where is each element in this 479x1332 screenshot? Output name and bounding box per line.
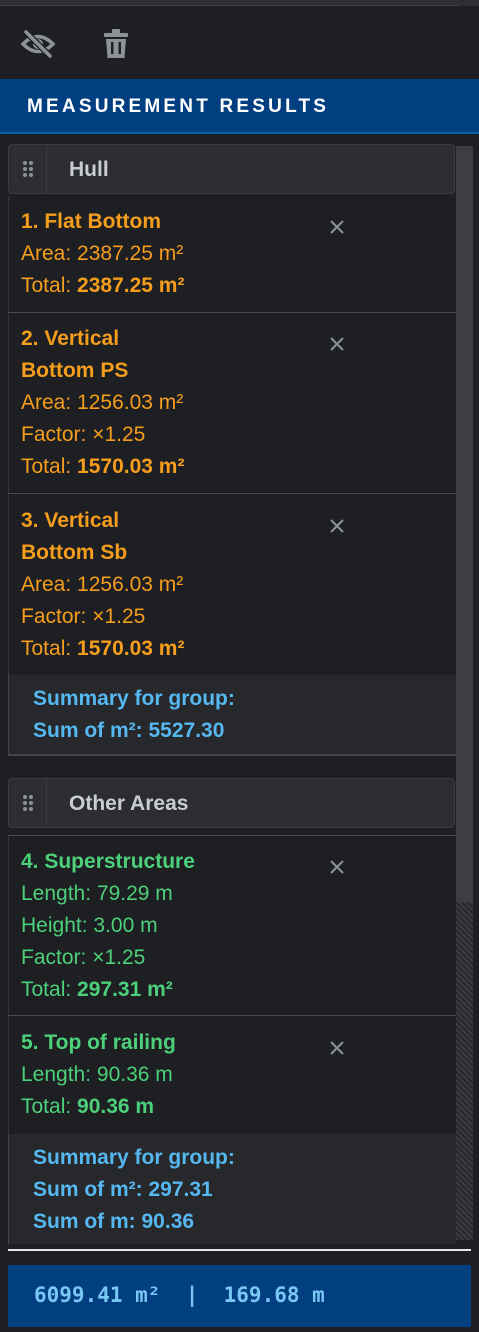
length-value: 79.29 m <box>96 882 173 905</box>
area-label: Area: <box>21 391 72 414</box>
hide-button[interactable] <box>18 24 58 64</box>
total-label: Total: <box>21 274 72 297</box>
length-label: Length: <box>21 1063 92 1086</box>
item-total: Total: 1570.03 m² <box>21 637 184 661</box>
group-header-hull[interactable]: Hull <box>8 144 455 194</box>
item-title: 2. Vertical <box>21 327 120 350</box>
measurement-item[interactable]: 3. Vertical Bottom Sb Area: 1256.03 m² F… <box>8 495 456 675</box>
total-value: 90.36 m <box>77 1095 155 1118</box>
drag-handle[interactable] <box>9 145 47 193</box>
eye-slash-icon <box>20 29 56 59</box>
measurement-item[interactable]: 2. Vertical Bottom PS Area: 1256.03 m² F… <box>8 313 456 494</box>
item-length: Length: 79.29 m <box>21 882 173 906</box>
item-title: 1. Flat Bottom <box>21 210 161 233</box>
measurement-item[interactable]: 4. Superstructure Length: 79.29 m Height… <box>8 835 456 1016</box>
height-label: Height: <box>21 914 88 937</box>
item-title: 5. Top of railing <box>21 1031 176 1054</box>
summary-sum-area: Sum of m²: 297.31 <box>33 1178 213 1201</box>
summary-sum-area: Sum of m²: 5527.30 <box>33 719 225 742</box>
item-area: Area: 1256.03 m² <box>21 391 183 415</box>
grip-icon <box>22 795 33 811</box>
total-label: Total: <box>21 637 72 660</box>
measurement-item[interactable]: 5. Top of railing Length: 90.36 m Total:… <box>8 1017 456 1134</box>
group-header-other-areas[interactable]: Other Areas <box>8 778 455 828</box>
group-summary: Summary for group: Sum of m²: 5527.30 <box>8 675 456 756</box>
item-title: 3. Vertical <box>21 509 120 532</box>
factor-value: ×1.25 <box>92 605 146 628</box>
divider <box>8 1249 471 1251</box>
close-icon[interactable] <box>327 1038 347 1058</box>
height-value: 3.00 m <box>93 914 158 937</box>
item-area: Area: 2387.25 m² <box>21 242 183 266</box>
area-value: 1256.03 m² <box>77 573 184 596</box>
factor-label: Factor: <box>21 605 87 628</box>
measurement-item[interactable]: 1. Flat Bottom Area: 2387.25 m² Total: 2… <box>8 196 456 313</box>
grand-total-bar: 6099.41 m² | 169.68 m <box>8 1265 471 1327</box>
item-factor: Factor: ×1.25 <box>21 946 145 970</box>
item-total: Total: 297.31 m² <box>21 978 173 1002</box>
item-factor: Factor: ×1.25 <box>21 605 145 629</box>
group-summary: Summary for group: Sum of m²: 297.31 Sum… <box>8 1134 456 1244</box>
item-title-continued: Bottom PS <box>21 359 129 382</box>
area-label: Area: <box>21 242 72 265</box>
summary-heading: Summary for group: <box>33 1146 235 1169</box>
factor-label: Factor: <box>21 423 87 446</box>
close-icon[interactable] <box>327 217 347 237</box>
close-icon[interactable] <box>327 516 347 536</box>
group-name: Other Areas <box>69 792 189 815</box>
total-value: 2387.25 m² <box>77 274 185 297</box>
area-value: 1256.03 m² <box>77 391 184 414</box>
item-area: Area: 1256.03 m² <box>21 573 183 597</box>
total-value: 297.31 m² <box>77 978 173 1001</box>
delete-button[interactable] <box>96 24 136 64</box>
total-label: Total: <box>21 978 72 1001</box>
group-name: Hull <box>69 158 109 181</box>
scrollbar-lower-track[interactable] <box>456 902 473 1240</box>
area-label: Area: <box>21 573 72 596</box>
item-factor: Factor: ×1.25 <box>21 423 145 447</box>
item-height: Height: 3.00 m <box>21 914 158 938</box>
item-title-continued: Bottom Sb <box>21 541 128 564</box>
results-title: MEASUREMENT RESULTS <box>27 96 330 117</box>
results-header: MEASUREMENT RESULTS <box>0 79 479 134</box>
grand-totals: 6099.41 m² | 169.68 m <box>34 1283 325 1307</box>
total-value: 1570.03 m² <box>77 637 185 660</box>
trash-icon <box>104 29 128 58</box>
area-value: 2387.25 m² <box>77 242 184 265</box>
item-length: Length: 90.36 m <box>21 1063 173 1087</box>
total-label: Total: <box>21 1095 72 1118</box>
total-label: Total: <box>21 455 72 478</box>
grip-icon <box>22 161 33 177</box>
total-value: 1570.03 m² <box>77 455 185 478</box>
factor-value: ×1.25 <box>92 423 146 446</box>
close-icon[interactable] <box>327 857 347 877</box>
toolbar <box>0 0 479 78</box>
factor-value: ×1.25 <box>92 946 146 969</box>
summary-sum-length: Sum of m: 90.36 <box>33 1210 195 1233</box>
item-total: Total: 2387.25 m² <box>21 274 184 298</box>
item-title: 4. Superstructure <box>21 850 195 873</box>
top-strip <box>0 0 479 6</box>
summary-heading: Summary for group: <box>33 687 235 710</box>
length-value: 90.36 m <box>96 1063 173 1086</box>
length-label: Length: <box>21 882 92 905</box>
drag-handle[interactable] <box>9 779 47 827</box>
close-icon[interactable] <box>327 334 347 354</box>
item-total: Total: 1570.03 m² <box>21 455 184 479</box>
factor-label: Factor: <box>21 946 87 969</box>
scrollbar-thumb[interactable] <box>456 146 473 902</box>
item-total: Total: 90.36 m <box>21 1095 154 1119</box>
